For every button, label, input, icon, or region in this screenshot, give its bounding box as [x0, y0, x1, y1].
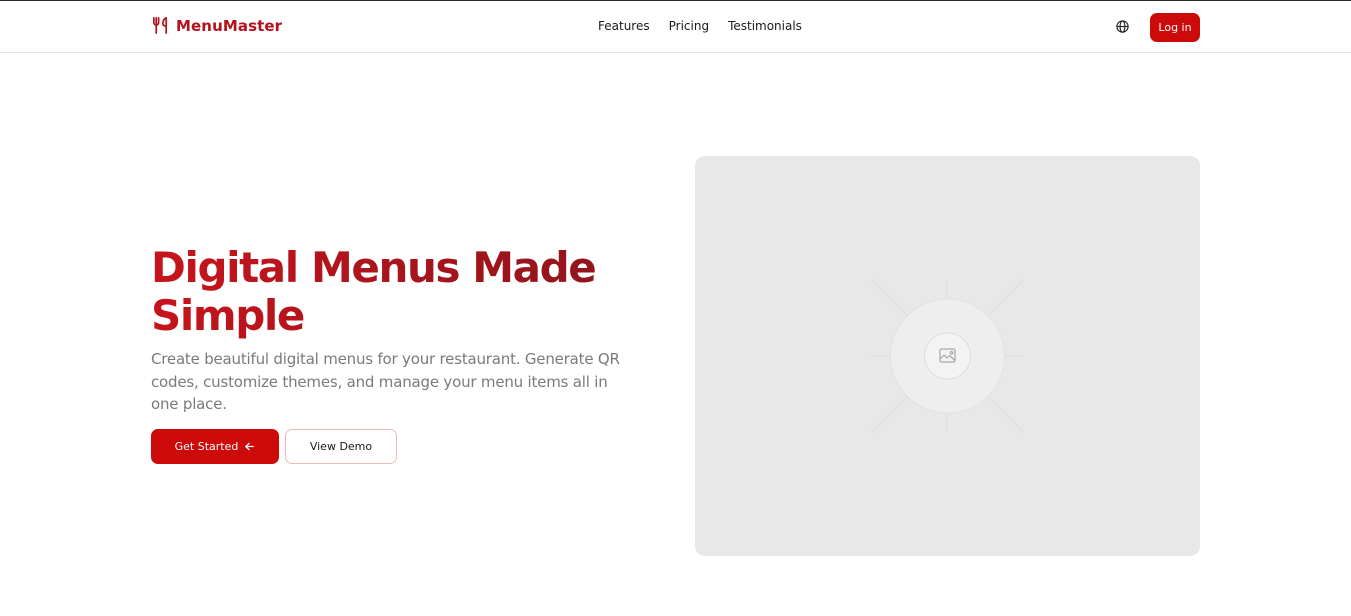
- utensils-icon: [152, 17, 168, 34]
- nav-pricing[interactable]: Pricing: [669, 19, 709, 33]
- nav-features[interactable]: Features: [598, 19, 650, 33]
- brand-logo-link[interactable]: MenuMaster: [151, 16, 282, 35]
- arrow-left-icon: [245, 442, 255, 451]
- hero-subtitle: Create beautiful digital menus for your …: [151, 350, 620, 413]
- hero-title-line1: Digital Menus Made: [151, 243, 596, 292]
- get-started-label: Get Started: [174, 440, 239, 453]
- nav-testimonials[interactable]: Testimonials: [728, 19, 802, 33]
- get-started-button[interactable]: Get Started: [151, 429, 279, 464]
- site-header: MenuMaster Features Pricing Testimonials…: [0, 1, 1351, 53]
- view-demo-button[interactable]: View Demo: [285, 429, 397, 464]
- hero-title: Digital Menus Made Simple: [151, 244, 621, 340]
- hero-image-placeholder: [695, 156, 1200, 556]
- image-placeholder-graphic: [871, 279, 1024, 433]
- login-button[interactable]: Log in: [1150, 13, 1200, 42]
- globe-icon[interactable]: [1115, 19, 1130, 34]
- main-nav: Features Pricing Testimonials: [598, 19, 802, 33]
- hero-title-line2: Simple: [151, 291, 304, 340]
- brand-name: MenuMaster: [176, 16, 283, 35]
